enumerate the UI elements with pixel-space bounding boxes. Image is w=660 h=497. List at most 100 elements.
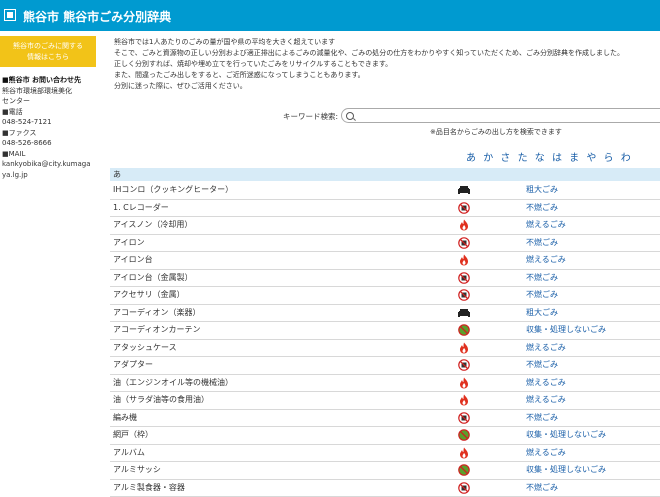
list-item: IHコンロ（クッキングヒーター） 粗大ごみ <box>110 182 660 200</box>
list-item: アルミサッシ収集・処理しないごみ <box>110 462 660 480</box>
garbage-info-banner[interactable]: 熊谷市のごみに関する 情報はこちら <box>0 36 96 67</box>
contact-line: ■MAIL <box>2 149 96 160</box>
no-collect-icon <box>458 429 470 441</box>
list-item: アイロン台（金属製） 不燃ごみ <box>110 270 660 288</box>
list-item: アコーディオンカーテン 収集・処理しないごみ <box>110 322 660 340</box>
list-item: アコーディオン（楽器） 粗大ごみ <box>110 305 660 323</box>
search-note: ※品目名からごみの出し方を検索できます <box>430 127 562 137</box>
list-item: 1. Cレコーダー不燃ごみ <box>110 200 660 218</box>
category-link[interactable]: 不燃ごみ <box>526 200 558 216</box>
contact-line: センター <box>2 96 96 107</box>
kana-link[interactable]: あ <box>466 153 477 164</box>
item-name: 網戸（枠） <box>113 427 153 443</box>
list-item: 油（サラダ油等の食用油） 燃えるごみ <box>110 392 660 410</box>
list-item: アイロン 不燃ごみ <box>110 235 660 253</box>
category-link[interactable]: 不燃ごみ <box>526 480 558 496</box>
no-burn-icon <box>458 412 470 424</box>
list-item: 編み機 不燃ごみ <box>110 410 660 428</box>
item-name: アイスノン（冷却用） <box>113 217 192 233</box>
category-link[interactable]: 粗大ごみ <box>526 305 558 321</box>
kana-link[interactable]: か <box>483 153 494 164</box>
category-link[interactable]: 不燃ごみ <box>526 270 558 286</box>
fire-icon <box>458 342 470 354</box>
category-link[interactable]: 収集・処理しないごみ <box>526 322 606 338</box>
kana-link[interactable]: わ <box>621 153 632 164</box>
category-link[interactable]: 燃えるごみ <box>526 252 566 268</box>
item-name: アイロン台 <box>113 252 153 268</box>
item-name: 編み機 <box>113 410 137 426</box>
list-item: 網戸（枠） 収集・処理しないごみ <box>110 427 660 445</box>
kana-link[interactable]: ら <box>604 153 615 164</box>
site-header: 熊谷市 熊谷市ごみ分別辞典 <box>0 0 660 31</box>
search-icon <box>346 112 354 120</box>
no-burn-icon <box>458 289 470 301</box>
category-link[interactable]: 不燃ごみ <box>526 357 558 373</box>
intro-line: 分別に迷った際に、ぜひご活用ください。 <box>114 81 660 92</box>
list-item: アクセサリ（金属） 不燃ごみ <box>110 287 660 305</box>
no-collect-icon <box>458 324 470 336</box>
site-title[interactable]: 熊谷市 熊谷市ごみ分別辞典 <box>23 8 171 25</box>
kana-link[interactable]: は <box>552 153 563 164</box>
kana-link[interactable]: ま <box>569 153 580 164</box>
item-name: アルバム <box>113 445 145 461</box>
item-name: アコーディオンカーテン <box>113 322 200 338</box>
category-link[interactable]: 燃えるごみ <box>526 375 566 391</box>
item-name: アルミ製食器・容器 <box>113 480 185 496</box>
item-name: アイロン台（金属製） <box>113 270 193 286</box>
kana-link[interactable]: や <box>586 153 597 164</box>
contact-info: ■熊谷市 お問い合わせ先 熊谷市環境部環境美化 センター ■電話 048-524… <box>2 75 96 180</box>
fire-icon <box>458 394 470 406</box>
category-link[interactable]: 不燃ごみ <box>526 287 558 303</box>
intro-line: そこで、ごみと資源物の正しい分別および適正排出によるごみの減量化や、ごみの処分の… <box>114 48 660 59</box>
item-name: アクセサリ（金属） <box>113 287 185 303</box>
search-box[interactable] <box>341 108 660 123</box>
no-burn-icon <box>458 237 470 249</box>
sidebar: 熊谷市のごみに関する 情報はこちら ■熊谷市 お問い合わせ先 熊谷市環境部環境美… <box>0 31 100 476</box>
kana-link[interactable]: た <box>518 153 529 164</box>
kana-link[interactable]: な <box>535 153 546 164</box>
category-link[interactable]: 燃えるごみ <box>526 392 566 408</box>
fire-icon <box>458 377 470 389</box>
list-item: アタッシュケース 燃えるごみ <box>110 340 660 358</box>
item-name: アイロン <box>113 235 145 251</box>
category-link[interactable]: 燃えるごみ <box>526 217 566 233</box>
contact-line: 048-524-7121 <box>2 117 96 128</box>
category-link[interactable]: 収集・処理しないごみ <box>526 427 606 443</box>
intro-line: 正しく分別すれば、焼却や埋め立てを行っていたごみをリサイクルすることもできます。 <box>114 59 660 70</box>
intro-line: また、間違ったごみ出しをすると、ご近所迷惑になってしまうこともあります。 <box>114 70 660 81</box>
contact-email[interactable]: kankyobika@city.kumaga <box>2 159 96 170</box>
no-burn-icon <box>458 482 470 494</box>
intro-text: 熊谷市では1人あたりのごみの量が国や県の平均を大きく超えています そこで、ごみと… <box>114 37 660 92</box>
contact-line: ■電話 <box>2 107 96 118</box>
sofa-icon <box>458 184 470 196</box>
item-name: 油（サラダ油等の食用油） <box>113 392 209 408</box>
list-item: アダプター 不燃ごみ <box>110 357 660 375</box>
kana-link[interactable]: さ <box>500 153 511 164</box>
intro-line: 熊谷市では1人あたりのごみの量が国や県の平均を大きく超えています <box>114 37 660 48</box>
fire-icon <box>458 447 470 459</box>
category-link[interactable]: 粗大ごみ <box>526 182 558 198</box>
item-name: アタッシュケース <box>113 340 177 356</box>
contact-heading: ■熊谷市 お問い合わせ先 <box>2 75 96 86</box>
contact-line: 熊谷市環境部環境美化 <box>2 86 96 97</box>
list-item: 油（エンジンオイル等の機械油）燃えるごみ <box>110 375 660 393</box>
list-item: アルミ製食器・容器 不燃ごみ <box>110 480 660 497</box>
contact-line: 048-526-8666 <box>2 138 96 149</box>
fire-icon <box>458 219 470 231</box>
category-link[interactable]: 不燃ごみ <box>526 410 558 426</box>
no-burn-icon <box>458 202 470 214</box>
list-item: アイロン台 燃えるごみ <box>110 252 660 270</box>
category-link[interactable]: 燃えるごみ <box>526 340 566 356</box>
item-name: アコーディオン（楽器） <box>113 305 200 321</box>
fire-icon <box>458 254 470 266</box>
category-link[interactable]: 不燃ごみ <box>526 235 558 251</box>
no-burn-icon <box>458 272 470 284</box>
search-input[interactable] <box>357 110 660 123</box>
search-label: キーワード検索: <box>283 111 338 122</box>
list-item: アルバム 燃えるごみ <box>110 445 660 463</box>
item-name: アダプター <box>113 357 153 373</box>
item-list: IHコンロ（クッキングヒーター） 粗大ごみ 1. Cレコーダー不燃ごみアイスノン（冷… <box>110 182 660 497</box>
category-link[interactable]: 燃えるごみ <box>526 445 566 461</box>
contact-email[interactable]: ya.lg.jp <box>2 170 96 181</box>
item-name: IHコンロ（クッキングヒーター） <box>113 182 233 198</box>
